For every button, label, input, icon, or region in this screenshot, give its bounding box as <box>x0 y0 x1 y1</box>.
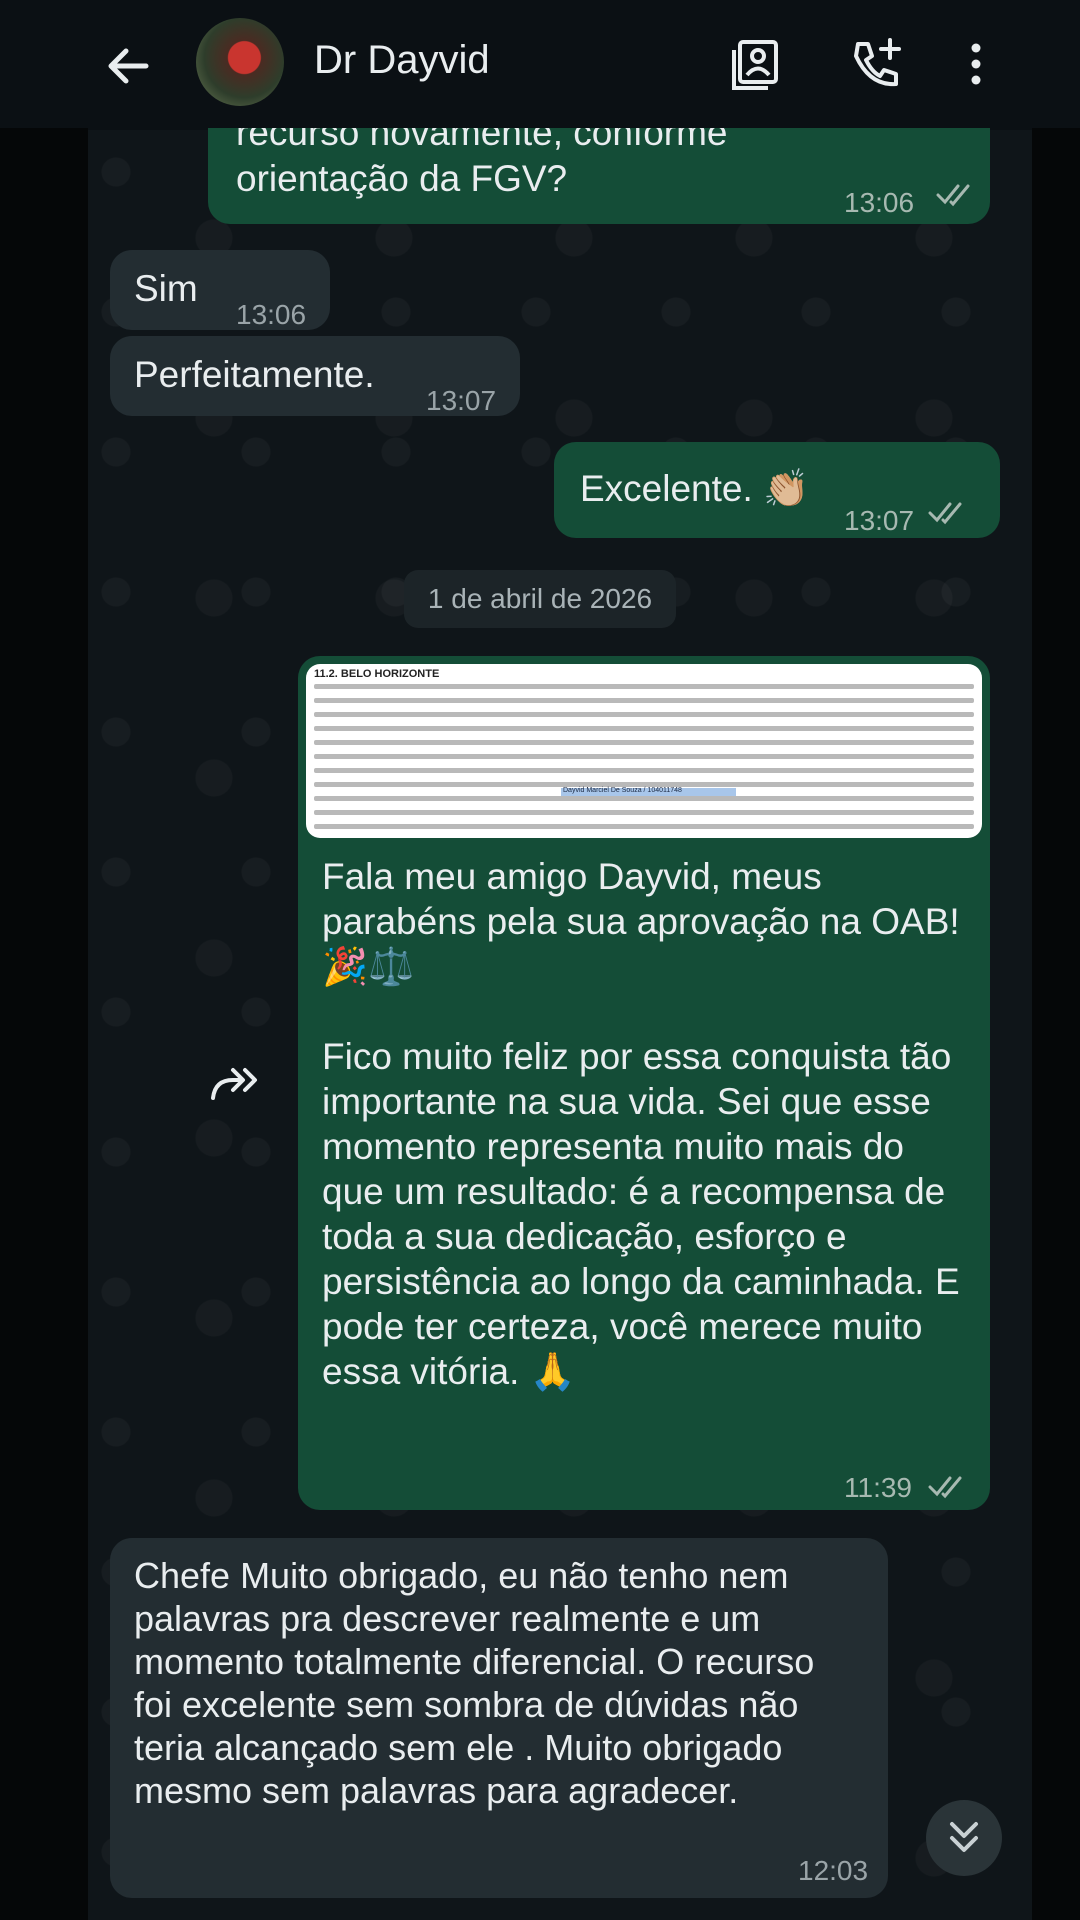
forward-button[interactable] <box>203 1058 267 1110</box>
avatar[interactable] <box>196 18 284 106</box>
message-bubble-incoming[interactable]: Chefe Muito obrigado, eu não tenho nem p… <box>110 1538 888 1898</box>
add-call-button[interactable] <box>846 34 906 94</box>
contact-card-button[interactable] <box>726 34 786 94</box>
message-text: Excelente. 👏🏼 <box>580 468 810 509</box>
chevron-double-down-icon <box>950 1822 978 1852</box>
menu-button[interactable] <box>948 34 1008 94</box>
document-highlight: Dayvid Marciel De Souza / 104011748 <box>561 787 736 796</box>
document-line <box>314 726 974 731</box>
message-time: 13:07 <box>426 385 497 416</box>
date-separator: 1 de abril de 2026 <box>404 570 676 628</box>
message-bubble-incoming[interactable]: Sim 13:06 <box>110 250 330 330</box>
contact-card-icon <box>732 40 778 90</box>
message-text: Sim <box>134 268 198 309</box>
read-ticks-icon <box>936 184 970 207</box>
document-title: 11.2. BELO HORIZONTE <box>314 668 440 680</box>
document-line <box>314 824 974 829</box>
chat-header: Dr Dayvid <box>0 0 1080 128</box>
more-vert-icon <box>971 43 981 85</box>
forward-icon <box>211 1068 257 1100</box>
right-edge <box>1032 0 1080 1920</box>
read-ticks-icon <box>928 502 962 525</box>
contact-name[interactable]: Dr Dayvid <box>314 38 490 83</box>
message-bubble-incoming[interactable]: Perfeitamente. 13:07 <box>110 336 520 416</box>
document-line <box>314 740 974 745</box>
message-bubble-outgoing[interactable]: Excelente. 👏🏼 13:07 <box>554 442 1000 538</box>
left-edge <box>0 0 88 1920</box>
document-line <box>314 754 974 759</box>
back-button[interactable] <box>98 36 158 96</box>
arrow-left-icon <box>108 48 149 84</box>
read-ticks-icon <box>928 1476 962 1499</box>
message-text: Perfeitamente. <box>134 354 375 395</box>
chat-screen: Dr Dayvid recurso novamente, conforme or… <box>0 0 1080 1920</box>
document-line <box>314 698 974 703</box>
message-time: 13:06 <box>844 187 915 218</box>
message-text: Fala meu amigo Dayvid, meus parabéns pel… <box>322 856 960 1392</box>
message-time: 13:06 <box>236 299 307 330</box>
document-image[interactable]: 11.2. BELO HORIZONTE Dayvid Marciel De S… <box>306 664 982 838</box>
document-line <box>314 810 974 815</box>
message-time: 13:07 <box>844 505 915 536</box>
document-line <box>314 712 974 717</box>
document-line <box>314 768 974 773</box>
message-time: 12:03 <box>798 1855 869 1886</box>
document-line <box>314 684 974 689</box>
message-text: Chefe Muito obrigado, eu não tenho nem p… <box>134 1555 815 1811</box>
document-line <box>314 796 974 801</box>
scroll-to-bottom-button[interactable] <box>926 1800 1002 1876</box>
add-call-icon <box>854 38 901 87</box>
message-time: 11:39 <box>844 1472 912 1503</box>
